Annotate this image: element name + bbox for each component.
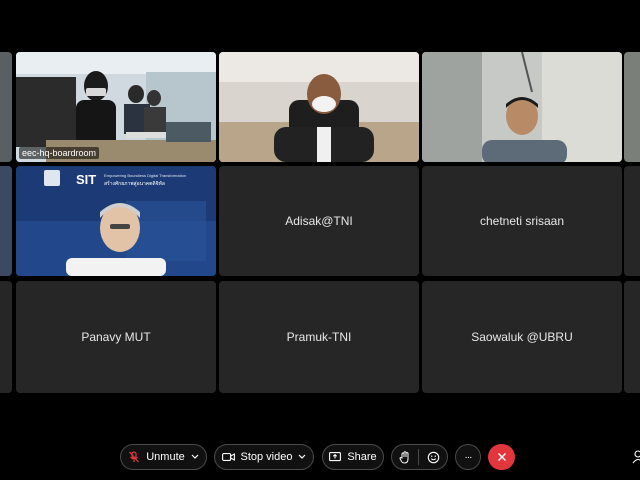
participant-tile-pramuk[interactable]: Pramuk-TNI (219, 281, 419, 393)
video-tile-presentation[interactable]: SIT Empowering Boundless Digital Transfo… (16, 166, 216, 276)
divider (418, 449, 419, 465)
stop-video-button[interactable]: Stop video (214, 444, 314, 470)
partial-tile-right-3 (624, 281, 640, 393)
slide-thai-text: สร้างศักยภาพสู่อนาคตดิจิทัล (104, 181, 165, 187)
participant-label: eec-hq-boardroom (19, 147, 100, 159)
unmute-button[interactable]: Unmute (120, 444, 207, 470)
participant-tile-chetneti[interactable]: chetneti srisaan (422, 166, 622, 276)
participant-name: Panavy MUT (81, 330, 151, 344)
more-options-button[interactable]: ··· (455, 444, 481, 470)
reaction-emoji-icon[interactable] (427, 451, 440, 464)
slide-subtitle: Empowering Boundless Digital Transformat… (104, 173, 187, 178)
partial-tile-left-2 (0, 166, 12, 276)
participant-video (422, 52, 622, 162)
video-tile-participant-3[interactable] (422, 52, 622, 162)
share-label: Share (347, 451, 377, 463)
video-tile-participant-2[interactable] (219, 52, 419, 162)
participant-video (219, 52, 419, 162)
participant-tile-saowaluk[interactable]: Saowaluk @UBRU (422, 281, 622, 393)
participant-name: Pramuk-TNI (286, 330, 352, 344)
close-icon (497, 453, 506, 461)
video-tile-boardroom[interactable]: eec-hq-boardroom (16, 52, 216, 162)
participant-name: Adisak@TNI (285, 214, 353, 228)
chevron-down-icon (299, 454, 306, 459)
share-button[interactable]: Share (322, 444, 384, 470)
participants-icon[interactable] (632, 450, 640, 464)
participant-name: chetneti srisaan (479, 214, 565, 228)
partial-tile-left-3 (0, 281, 12, 393)
share-screen-icon (329, 451, 342, 461)
unmute-label: Unmute (146, 451, 185, 463)
raise-hand-icon[interactable] (399, 450, 410, 464)
video-camera-icon (221, 453, 235, 461)
partial-tile-right-1 (624, 52, 640, 162)
stop-video-label: Stop video (240, 451, 293, 463)
participant-name: Saowaluk @UBRU (471, 330, 573, 344)
boardroom-video (16, 52, 216, 162)
partial-tile-right-2 (624, 166, 640, 276)
partial-tile-left-1 (0, 52, 12, 162)
reactions-group (391, 444, 448, 470)
participant-tile-adisak[interactable]: Adisak@TNI (219, 166, 419, 276)
end-call-button[interactable] (488, 444, 515, 470)
chevron-down-icon (191, 454, 199, 459)
more-options-label: ··· (464, 451, 473, 463)
muted-mic-icon (129, 451, 140, 463)
slide-logo: SIT (76, 172, 97, 187)
participant-tile-panavy[interactable]: Panavy MUT (16, 281, 216, 393)
